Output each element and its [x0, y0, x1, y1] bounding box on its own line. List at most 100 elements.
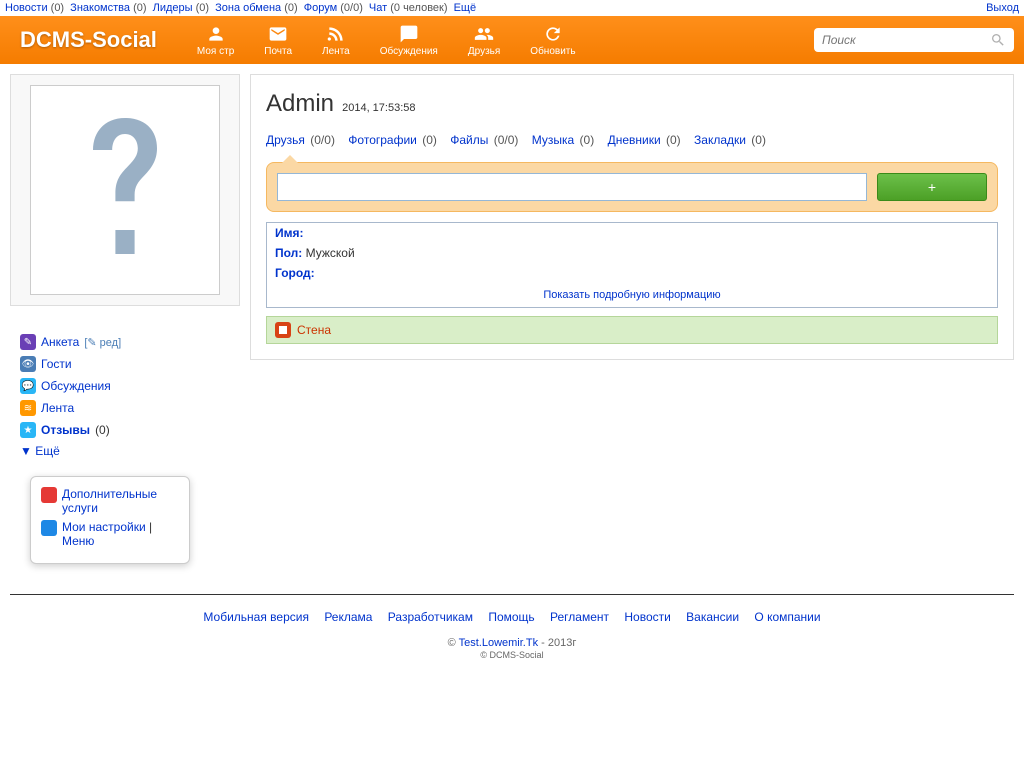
nav-friends[interactable]: Друзья [468, 24, 500, 57]
status-box: + [266, 162, 998, 212]
popup-sep: | [146, 520, 152, 534]
topbar-news[interactable]: Новости [5, 2, 48, 14]
menu-guests-label[interactable]: Гости [41, 357, 72, 371]
pnav-diaries-count: (0) [666, 133, 681, 147]
show-more-row: Показать подробную информацию [267, 283, 997, 307]
copyright-sub: © DCMS-Social [480, 650, 543, 660]
menu-guests[interactable]: 👁 Гости [20, 353, 230, 375]
pnav-bookmarks[interactable]: Закладки [694, 133, 746, 147]
topbar-leaders[interactable]: Лидеры [153, 2, 193, 14]
header: DCMS-Social Моя стр Почта Лента Обсужден… [0, 16, 1024, 64]
services-icon [41, 487, 57, 503]
topbar-exchange-count: (0) [284, 2, 297, 14]
menu-feed-label[interactable]: Лента [41, 401, 74, 415]
topbar-chat[interactable]: Чат [369, 2, 387, 14]
topbar-forum[interactable]: Форум [304, 2, 337, 14]
copy-post: - 2013г [538, 637, 576, 649]
footer-divider [10, 594, 1014, 595]
star-icon: ★ [20, 422, 36, 438]
show-more-link[interactable]: Показать подробную информацию [543, 289, 720, 301]
topbar-dating[interactable]: Знакомства [70, 2, 130, 14]
menu-reviews-label[interactable]: Отзывы [41, 423, 90, 437]
footer-jobs[interactable]: Вакансии [686, 610, 739, 624]
profile-name: Admin [266, 90, 334, 117]
mail-icon [268, 24, 288, 44]
topbar-exchange[interactable]: Зона обмена [215, 2, 281, 14]
footer-links: Мобильная версия Реклама Разработчикам П… [0, 605, 1024, 629]
site-link[interactable]: Test.Lowemir.Tk [459, 637, 538, 649]
popup-settings[interactable]: Мои настройки | Меню [41, 520, 179, 548]
pnav-music[interactable]: Музыка [532, 133, 574, 147]
topbar-left: Новости (0) Знакомства (0) Лидеры (0) Зо… [5, 2, 476, 14]
profile-timestamp: 2014, 17:53:58 [342, 102, 415, 114]
nav-refresh-label: Обновить [530, 46, 575, 57]
pnav-diaries[interactable]: Дневники [608, 133, 661, 147]
friends-icon [474, 24, 494, 44]
topbar-more[interactable]: Ещё [454, 2, 477, 14]
left-column: ✎ Анкета [✎ ред] 👁 Гости 💬 Обсуждения ≋ … [10, 74, 240, 564]
nav-discussions[interactable]: Обсуждения [380, 24, 438, 57]
pnav-files[interactable]: Файлы [450, 133, 488, 147]
pnav-photos[interactable]: Фотографии [348, 133, 417, 147]
footer-devs[interactable]: Разработчикам [388, 610, 473, 624]
footer-ads[interactable]: Реклама [324, 610, 372, 624]
chat-icon [399, 24, 419, 44]
search-icon[interactable] [990, 32, 1006, 48]
menu-feed[interactable]: ≋ Лента [20, 397, 230, 419]
menu-reviews[interactable]: ★ Отзывы (0) [20, 419, 230, 441]
right-column: Admin 2014, 17:53:58 Друзья (0/0) Фотогр… [250, 74, 1014, 360]
popup-settings-label[interactable]: Мои настройки [62, 520, 146, 534]
topbar-news-count: (0) [51, 2, 64, 14]
popup-extra-label[interactable]: Дополнительные услуги [62, 487, 179, 515]
status-submit-button[interactable]: + [877, 173, 987, 201]
top-bar: Новости (0) Знакомства (0) Лидеры (0) Зо… [0, 0, 1024, 16]
wall-row[interactable]: Стена [266, 316, 998, 344]
nav-mail[interactable]: Почта [264, 24, 292, 57]
info-city-label: Город: [275, 266, 315, 280]
topbar-right: Выход [986, 2, 1019, 14]
refresh-icon [543, 24, 563, 44]
rss-small-icon: ≋ [20, 400, 36, 416]
topbar-forum-count: (0/0) [340, 2, 363, 14]
info-name-row: Имя: [267, 223, 997, 243]
avatar-placeholder [30, 85, 220, 295]
logo[interactable]: DCMS-Social [20, 27, 157, 53]
popup-menu-label[interactable]: Меню [62, 534, 94, 548]
menu-discussions[interactable]: 💬 Обсуждения [20, 375, 230, 397]
wall-icon [275, 322, 291, 338]
footer-about[interactable]: О компании [754, 610, 820, 624]
menu-more[interactable]: ▼ Ещё [20, 441, 230, 461]
logout-link[interactable]: Выход [986, 2, 1019, 14]
footer-news[interactable]: Новости [624, 610, 670, 624]
popup-extra-services[interactable]: Дополнительные услуги [41, 487, 179, 515]
info-gender-row: Пол: Мужской [267, 243, 997, 263]
main-nav: Моя стр Почта Лента Обсуждения Друзья Об… [197, 24, 814, 57]
pnav-friends[interactable]: Друзья [266, 133, 305, 147]
topbar-chat-count: (0 человек) [390, 2, 447, 14]
nav-feed-label: Лента [322, 46, 350, 57]
info-gender-value: Мужской [306, 246, 355, 260]
wall-link[interactable]: Стена [297, 323, 331, 337]
menu-discussions-label[interactable]: Обсуждения [41, 379, 111, 393]
menu-reviews-count: (0) [95, 423, 110, 437]
menu-profile[interactable]: ✎ Анкета [✎ ред] [20, 331, 230, 353]
footer-mobile[interactable]: Мобильная версия [203, 610, 309, 624]
pnav-bookmarks-count: (0) [751, 133, 766, 147]
avatar-box [10, 74, 240, 306]
nav-mypage[interactable]: Моя стр [197, 24, 234, 57]
pnav-music-count: (0) [580, 133, 595, 147]
search-input[interactable] [822, 33, 990, 47]
info-gender-label: Пол: [275, 246, 302, 260]
footer-rules[interactable]: Регламент [550, 610, 609, 624]
info-name-label: Имя: [275, 226, 304, 240]
status-input[interactable] [277, 173, 867, 201]
menu-profile-label[interactable]: Анкета [41, 335, 79, 349]
menu-profile-edit[interactable]: [✎ ред] [84, 336, 121, 349]
nav-mail-label: Почта [264, 46, 292, 57]
eye-icon: 👁 [20, 356, 36, 372]
pnav-photos-count: (0) [422, 133, 437, 147]
footer-help[interactable]: Помощь [488, 610, 534, 624]
search-box[interactable] [814, 28, 1014, 52]
nav-feed[interactable]: Лента [322, 24, 350, 57]
nav-refresh[interactable]: Обновить [530, 24, 575, 57]
